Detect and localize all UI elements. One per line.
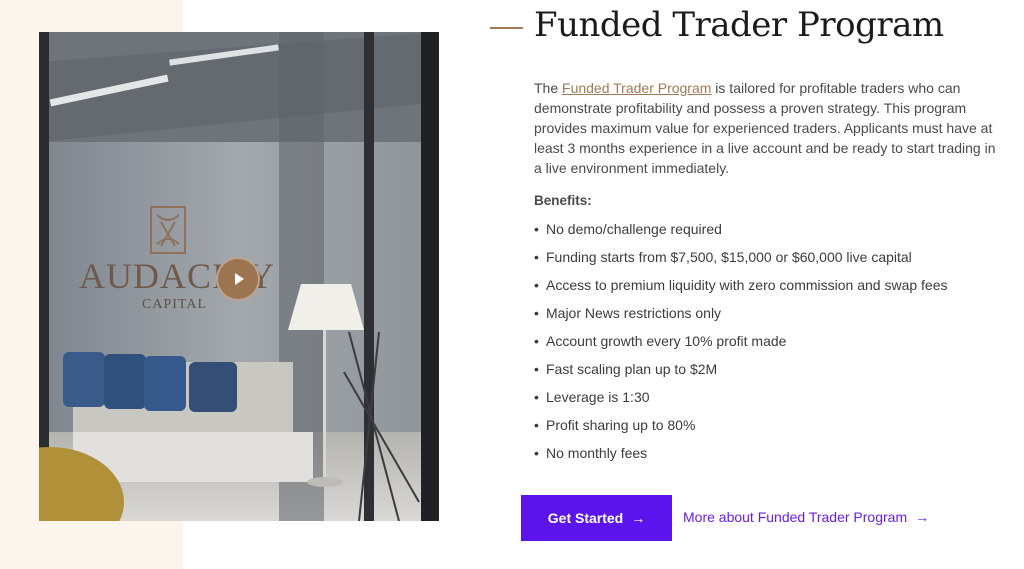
list-item: • Funding starts from $7,500, $15,000 or …	[534, 248, 948, 276]
bullet-icon: •	[534, 333, 539, 349]
benefit-text: Major News restrictions only	[546, 305, 722, 321]
list-item: • Access to premium liquidity with zero c…	[534, 276, 948, 304]
more-about-label: More about Funded Trader Program	[683, 509, 908, 525]
more-about-program-link[interactable]: More about Funded Trader Program →	[683, 509, 929, 525]
play-button[interactable]	[216, 257, 260, 301]
bullet-icon: •	[534, 445, 539, 461]
title-accent-rule	[490, 27, 523, 29]
list-item: • Leverage is 1:30	[534, 388, 948, 416]
bullet-icon: •	[534, 417, 539, 433]
bullet-icon: •	[534, 221, 539, 237]
arrow-right-icon: →	[915, 509, 930, 525]
bullet-icon: •	[534, 389, 539, 405]
brand-logo-subtext: CAPITAL	[142, 297, 207, 312]
benefit-text: Account growth every 10% profit made	[546, 333, 787, 349]
list-item: • Account growth every 10% profit made	[534, 332, 948, 360]
funded-trader-program-link[interactable]: Funded Trader Program	[562, 80, 711, 96]
benefit-text: Access to premium liquidity with zero co…	[546, 277, 948, 293]
intro-prefix: The	[534, 80, 563, 96]
list-item: • Profit sharing up to 80%	[534, 416, 948, 444]
list-item: • No demo/challenge required	[534, 220, 948, 248]
list-item: • Fast scaling plan up to $2M	[534, 360, 948, 388]
list-item: • Major News restrictions only	[534, 304, 948, 332]
benefits-list: • No demo/challenge required • Funding sta…	[534, 220, 948, 472]
play-icon	[235, 273, 244, 285]
intro-paragraph: The Funded Trader Program is tailored fo…	[534, 78, 996, 178]
benefit-text: Profit sharing up to 80%	[546, 417, 696, 433]
video-thumbnail[interactable]: AUDACITY CAPITAL	[39, 32, 439, 521]
bullet-icon: •	[534, 305, 539, 321]
benefit-text: Leverage is 1:30	[546, 389, 650, 405]
benefits-heading: Benefits:	[534, 193, 592, 208]
benefit-text: Funding starts from $7,500, $15,000 or $…	[546, 249, 912, 265]
bullet-icon: •	[534, 249, 539, 265]
bullet-icon: •	[534, 361, 539, 377]
bullet-icon: •	[534, 277, 539, 293]
arrow-right-icon: →	[631, 510, 646, 526]
benefit-text: No monthly fees	[546, 445, 648, 461]
benefit-text: No demo/challenge required	[546, 221, 722, 237]
page-title: Funded Trader Program	[534, 5, 944, 45]
get-started-button[interactable]: Get Started →	[521, 495, 672, 541]
get-started-label: Get Started	[547, 510, 624, 526]
benefit-text: Fast scaling plan up to $2M	[546, 361, 718, 377]
list-item: • No monthly fees	[534, 444, 948, 472]
